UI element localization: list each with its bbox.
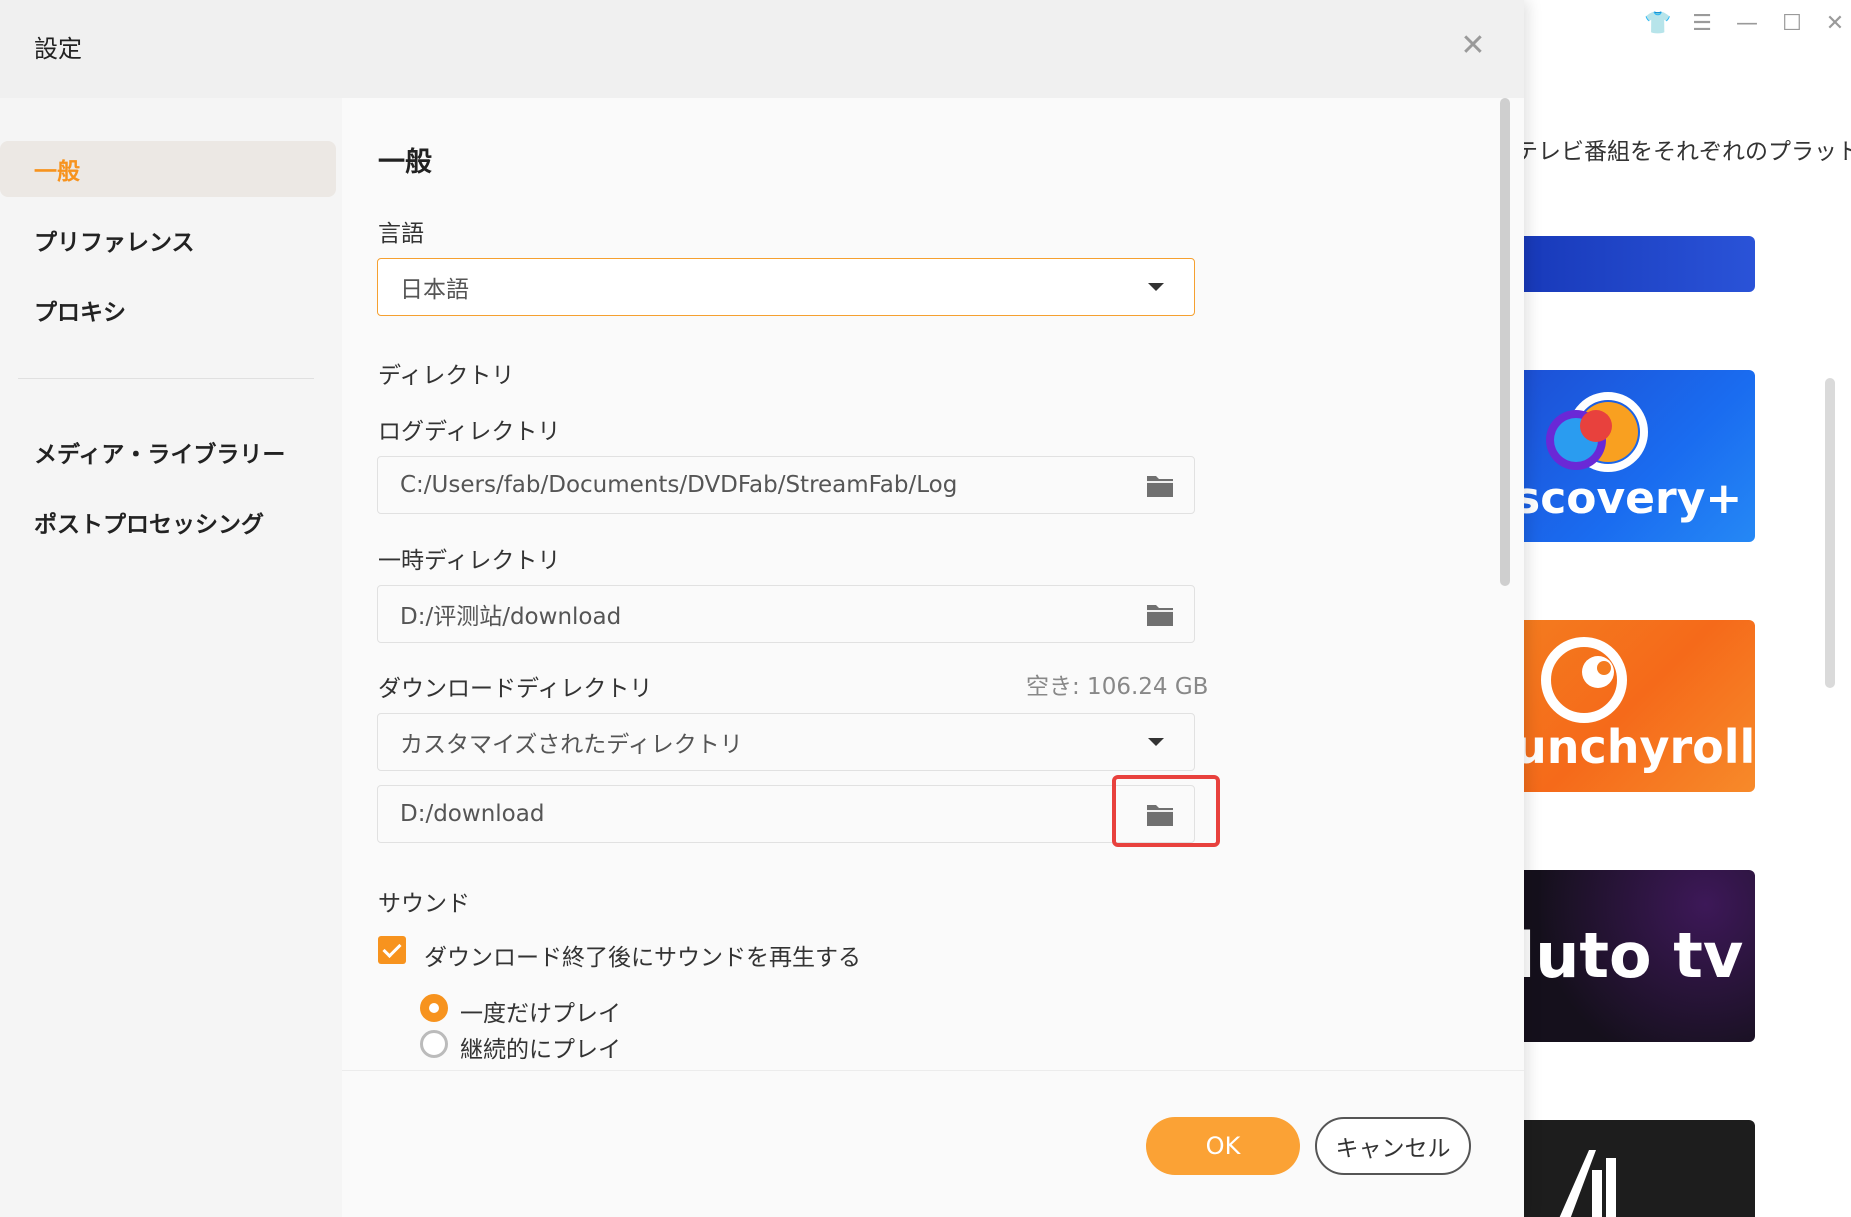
settings-dialog: 設定 ✕ 一般 プリファレンス プロキシ メディア・ライブラリー ポストプロセッ… xyxy=(0,0,1524,1217)
download-directory-path-value: D:/download xyxy=(400,801,545,827)
chevron-down-icon xyxy=(1148,283,1164,291)
discovery-logo-icon xyxy=(1546,392,1648,472)
log-directory-value: C:/Users/fab/Documents/DVDFab/StreamFab/… xyxy=(400,472,958,498)
sidebar-item-proxy[interactable]: プロキシ xyxy=(0,282,336,338)
section-title: 一般 xyxy=(378,147,432,178)
download-directory-path-field[interactable]: D:/download xyxy=(377,785,1195,843)
log-directory-label: ログディレクトリ xyxy=(378,419,561,445)
sidebar-divider xyxy=(18,378,314,379)
dialog-title: 設定 xyxy=(34,35,82,63)
crunchyroll-wordmark: unchyroll xyxy=(1514,720,1755,774)
download-directory-mode-select[interactable]: カスタマイズされたディレクトリ xyxy=(377,713,1195,771)
service-tile-partial[interactable] xyxy=(1508,1120,1755,1217)
language-select[interactable]: 日本語 xyxy=(377,258,1195,316)
menu-icon[interactable]: ☰ xyxy=(1687,10,1717,36)
minimize-icon[interactable]: — xyxy=(1732,10,1762,36)
free-space-text: 空き: 106.24 GB xyxy=(1026,674,1209,700)
settings-sidebar: 一般 プリファレンス プロキシ メディア・ライブラリー ポストプロセッシング xyxy=(0,98,342,1217)
skin-icon[interactable]: 👕 xyxy=(1643,10,1673,36)
channel-logo-icon xyxy=(1559,1150,1616,1217)
radio-play-continuously-label: 継続的にプレイ xyxy=(460,1037,621,1063)
folder-icon[interactable] xyxy=(1146,601,1174,627)
close-icon[interactable]: ✕ xyxy=(1820,10,1850,36)
download-directory-label: ダウンロードディレクトリ xyxy=(378,676,653,702)
service-tile-crunchyroll[interactable]: unchyroll xyxy=(1508,620,1755,792)
sidebar-item-post-processing[interactable]: ポストプロセッシング xyxy=(0,494,336,550)
background-scrollbar[interactable] xyxy=(1825,378,1835,688)
play-sound-checkbox-label: ダウンロード終了後にサウンドを再生する xyxy=(424,945,861,971)
service-tile-pluto[interactable]: luto tv xyxy=(1508,870,1755,1042)
highlight-box xyxy=(1112,775,1220,847)
radio-play-continuously[interactable] xyxy=(420,1030,448,1058)
sidebar-item-preferences[interactable]: プリファレンス xyxy=(0,212,336,268)
language-value: 日本語 xyxy=(400,277,469,303)
service-tile-discovery[interactable]: scovery+ xyxy=(1508,370,1755,542)
temp-directory-field[interactable]: D:/评测站/download xyxy=(377,585,1195,643)
sidebar-item-label: ポストプロセッシング xyxy=(34,512,264,538)
dialog-header: 設定 ✕ xyxy=(0,0,1524,98)
radio-play-once-label: 一度だけプレイ xyxy=(460,1001,621,1027)
temp-directory-value: D:/评测站/download xyxy=(400,604,622,630)
sidebar-item-media-library[interactable]: メディア・ライブラリー xyxy=(0,424,336,480)
settings-content xyxy=(342,98,1524,1070)
content-scrollbar[interactable] xyxy=(1500,98,1510,586)
sidebar-item-general[interactable]: 一般 xyxy=(0,141,336,197)
ok-button[interactable]: OK xyxy=(1146,1117,1300,1175)
pluto-wordmark: luto tv xyxy=(1514,919,1744,992)
temp-directory-label: 一時ディレクトリ xyxy=(378,548,561,574)
chevron-down-icon xyxy=(1148,738,1164,746)
sound-label: サウンド xyxy=(378,891,470,917)
discovery-wordmark: scovery+ xyxy=(1514,473,1743,524)
sidebar-item-label: メディア・ライブラリー xyxy=(34,442,286,468)
sidebar-item-label: プリファレンス xyxy=(34,230,195,256)
background-description: テレビ番組をそれぞれのプラット xyxy=(1515,139,1851,165)
radio-play-once[interactable] xyxy=(420,994,448,1022)
directory-heading: ディレクトリ xyxy=(378,363,515,389)
cancel-button[interactable]: キャンセル xyxy=(1315,1117,1471,1175)
download-directory-mode-value: カスタマイズされたディレクトリ xyxy=(400,732,743,758)
service-tile-blue[interactable] xyxy=(1508,236,1755,292)
sidebar-item-label: 一般 xyxy=(34,159,80,185)
crunchyroll-logo-icon xyxy=(1541,637,1627,723)
play-sound-checkbox[interactable] xyxy=(378,936,406,964)
sidebar-item-label: プロキシ xyxy=(34,300,126,326)
folder-icon[interactable] xyxy=(1146,472,1174,498)
maximize-icon[interactable]: ☐ xyxy=(1777,10,1807,36)
close-icon[interactable]: ✕ xyxy=(1456,28,1490,63)
language-label: 言語 xyxy=(378,221,424,247)
log-directory-field[interactable]: C:/Users/fab/Documents/DVDFab/StreamFab/… xyxy=(377,456,1195,514)
